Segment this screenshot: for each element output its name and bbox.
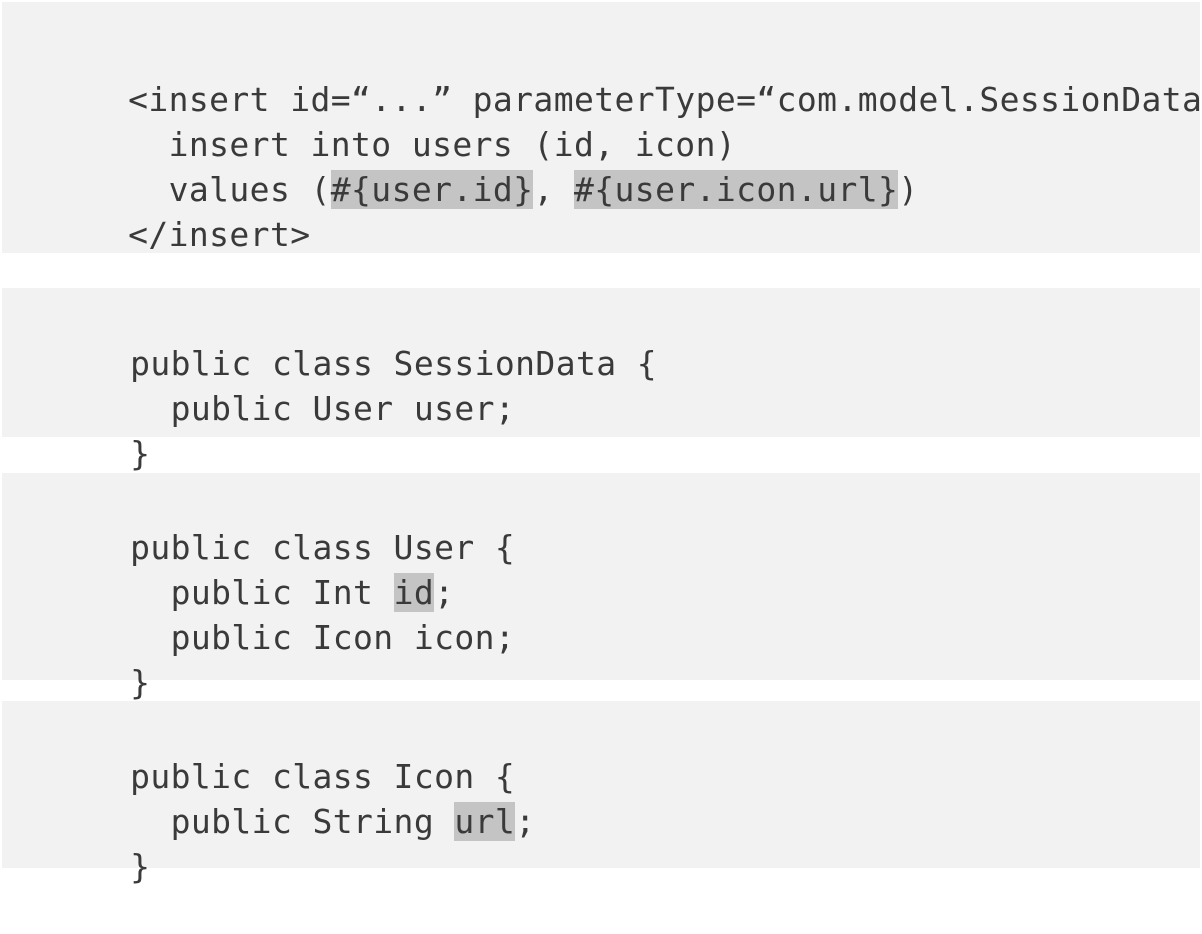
highlighted-token-url: url xyxy=(454,802,516,841)
code-line: } xyxy=(49,615,150,702)
code-block-user-class: public class User { public Int id; publi… xyxy=(2,473,1200,702)
code-line: public class User { xyxy=(49,480,515,567)
code-token: </insert> xyxy=(128,215,311,254)
code-token: public User user; xyxy=(130,389,516,428)
code-block-icon-class: public class Icon { public String url; } xyxy=(2,701,1200,886)
code-line: values (#{user.id}, #{user.icon.url}) xyxy=(47,122,919,209)
code-token: } xyxy=(130,663,151,702)
code-line: public User user; xyxy=(49,341,515,428)
code-line: </insert> xyxy=(47,167,311,254)
code-line: insert into users (id, icon) xyxy=(47,77,736,164)
code-line: public String url; xyxy=(49,754,535,841)
code-token: ; xyxy=(515,802,536,841)
code-line: <insert id=“...” parameterType=“com.mode… xyxy=(47,32,1202,119)
code-line: public class Icon { xyxy=(49,709,515,796)
code-line: public class SessionData { xyxy=(49,296,657,383)
code-token: , xyxy=(533,170,574,209)
highlighted-token-user-icon-url: #{user.icon.url} xyxy=(574,170,899,209)
code-block-session-data-class: public class SessionData { public User u… xyxy=(2,288,1200,473)
highlighted-token-user-id: #{user.id} xyxy=(330,170,534,209)
code-token: public String xyxy=(130,802,455,841)
code-token: ) xyxy=(898,170,919,209)
code-line: public Icon icon; xyxy=(49,570,515,657)
code-line: } xyxy=(49,799,150,886)
code-token: } xyxy=(130,434,151,473)
code-token: public Icon icon; xyxy=(130,618,516,657)
code-token: } xyxy=(130,847,151,886)
code-block-insert-mapping: <insert id=“...” parameterType=“com.mode… xyxy=(2,2,1202,254)
code-line: } xyxy=(49,386,150,473)
code-line: public Int id; xyxy=(49,525,454,612)
